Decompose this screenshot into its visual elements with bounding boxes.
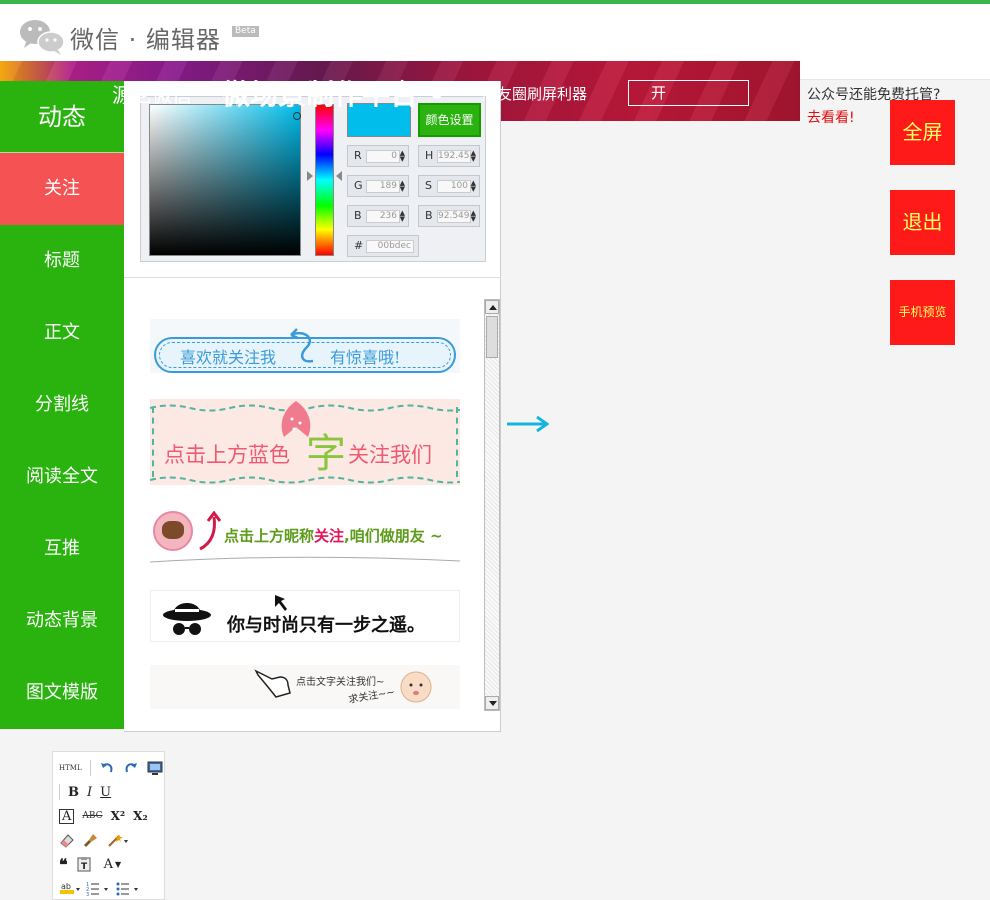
sidebar-item-divider[interactable]: 分割线 (0, 369, 124, 441)
color-picker: 颜色设置 R 0 ▲ ▼ H 192.45 ▲ ▼ G 189 ▲ ▼ S 100 ▲… (140, 96, 486, 262)
exit-button[interactable]: 退出 (890, 190, 955, 255)
blockquote-icon[interactable]: ❝ (59, 855, 68, 874)
h-field[interactable]: H 192.45 ▲ ▼ (418, 145, 480, 167)
superscript-button[interactable]: X² (111, 809, 126, 823)
banner-brand: 源尼微信 (112, 83, 192, 107)
pointing-hand-icon (254, 669, 291, 698)
color-selector-handle[interactable] (293, 112, 301, 120)
template-text: 有惊喜哦! (330, 348, 401, 367)
category-sidebar: 动态 关注 标题 正文 分割线 阅读全文 互推 动态背景 图文模版 (0, 81, 124, 729)
template-blue-word[interactable]: 点击上方蓝色 字 关注我们 (150, 399, 460, 485)
spinner-icon[interactable]: ▲ ▼ (400, 210, 405, 223)
template-text: 点击文字关注我们~ (296, 677, 385, 688)
sidebar-item-animated-bg[interactable]: 动态背景 (0, 585, 124, 657)
promo-link[interactable]: 去看看! (807, 107, 855, 127)
template-text: 点击上方昵称关注,咱们做朋友 ~ (224, 527, 443, 545)
sidebar-item-cross-promo[interactable]: 互推 (0, 513, 124, 585)
sidebar-item-title[interactable]: 标题 (0, 225, 124, 297)
italic-button[interactable]: I (87, 785, 92, 800)
template-follow-pill[interactable]: 喜欢就关注我 有惊喜哦! (150, 319, 460, 373)
template-nickname-follow[interactable]: 点击上方昵称关注,咱们做朋友 ~ (150, 503, 460, 567)
svg-text:T: T (81, 862, 88, 872)
paste-plain-icon[interactable]: T (76, 856, 92, 872)
svg-text:ab: ab (61, 882, 71, 891)
brightness-field[interactable]: B 92.5490 ▲▼ (418, 205, 480, 227)
redo-icon[interactable] (123, 760, 139, 776)
template-text: 喜欢就关注我 (180, 348, 277, 367)
format-brush-icon[interactable] (83, 832, 99, 848)
saturation-value-area[interactable] (149, 104, 301, 256)
spinner-icon[interactable]: ▲ ▼ (400, 150, 405, 163)
sidebar-item-read-more[interactable]: 阅读全文 (0, 441, 124, 513)
spinner-icon[interactable]: ▲ ▼ (471, 180, 476, 193)
template-text: 你与时尚只有一步之遥。 (227, 615, 425, 636)
chevron-down-icon[interactable]: ▼ (115, 860, 121, 869)
scroll-thumb[interactable] (486, 316, 498, 358)
curl-arrow-icon (290, 328, 314, 363)
strikethrough-button[interactable]: ABC (82, 811, 102, 821)
fullscreen-button[interactable]: 全屏 (890, 100, 955, 165)
hue-pointer-right (336, 171, 342, 181)
insert-arrow-icon (507, 415, 549, 433)
eraser-icon[interactable] (59, 832, 75, 848)
app-title: 微信 · 编辑器 (70, 26, 221, 54)
hat-sunglasses-icon (163, 603, 211, 635)
red-arrow-icon (199, 511, 222, 551)
hue-slider[interactable] (315, 104, 334, 256)
underline-button[interactable]: U (100, 785, 111, 800)
spinner-icon[interactable]: ▲ ▼ (471, 150, 476, 163)
unordered-list-icon[interactable] (115, 880, 141, 896)
hex-field[interactable]: # 00bdec (347, 235, 419, 257)
banner-open-button[interactable]: 开 (628, 80, 749, 106)
sidebar-item-body[interactable]: 正文 (0, 297, 124, 369)
panel-divider (124, 277, 501, 278)
template-scrollbar[interactable] (484, 299, 500, 711)
template-panel: 颜色设置 R 0 ▲ ▼ H 192.45 ▲ ▼ G 189 ▲ ▼ S 100 ▲… (124, 81, 501, 732)
template-text: 关注我们 (348, 443, 432, 467)
bold-button[interactable]: B (68, 785, 79, 800)
highlight-dropdown-icon[interactable]: ab (59, 880, 81, 896)
g-field[interactable]: G 189 ▲ ▼ (347, 175, 409, 197)
ordered-list-icon[interactable]: 123 (85, 880, 111, 896)
spinner-icon[interactable]: ▲ ▼ (400, 180, 405, 193)
template-click-follow[interactable]: 点击文字关注我们~ 求关注~~ (150, 665, 460, 709)
spinner-icon[interactable]: ▲ ▼ (471, 210, 476, 223)
baby-face-icon (400, 671, 432, 703)
font-border-button[interactable]: A (59, 808, 75, 824)
wave-border (150, 476, 460, 484)
s-field[interactable]: S 100 ▲ ▼ (418, 175, 480, 197)
scroll-up-icon[interactable] (485, 300, 499, 314)
sidebar-item-follow[interactable]: 关注 (0, 153, 124, 225)
template-text: 字 (306, 431, 346, 477)
hue-pointer-left (307, 171, 313, 181)
sidebar-item-dynamic[interactable]: 动态 (0, 81, 124, 153)
editor-toolbar: HTML B I U A ABC X² X₂ ❝ T A ▼ ab 1 2 3 (52, 751, 165, 900)
banner-headline: 微场景制作平台 • (222, 78, 446, 111)
subscript-button[interactable]: X₂ (133, 809, 148, 823)
magic-wand-dropdown-icon[interactable] (107, 832, 129, 848)
sidebar-item-templates[interactable]: 图文模版 (0, 657, 124, 729)
undo-icon[interactable] (99, 760, 115, 776)
svg-text:3: 3 (86, 892, 89, 896)
scroll-down-icon[interactable] (485, 696, 499, 710)
preview-monitor-icon[interactable] (147, 760, 163, 776)
banner-tagline: 朋友圈刷屏利器 (482, 85, 588, 103)
beta-badge: Beta (232, 26, 259, 37)
swoosh-line (150, 556, 460, 563)
template-text: 点击上方蓝色 (164, 443, 290, 467)
wechat-logo-icon (20, 20, 65, 55)
r-field[interactable]: R 0 ▲ ▼ (347, 145, 409, 167)
template-fashion[interactable]: 你与时尚只有一步之遥。 (150, 590, 460, 642)
font-size-dropdown[interactable]: A (104, 857, 113, 872)
html-source-button[interactable]: HTML (59, 764, 82, 772)
phone-preview-button[interactable]: 手机预览 (890, 280, 955, 345)
b-field[interactable]: B 236 ▲ ▼ (347, 205, 409, 227)
pointer-arrow-icon (275, 595, 287, 611)
